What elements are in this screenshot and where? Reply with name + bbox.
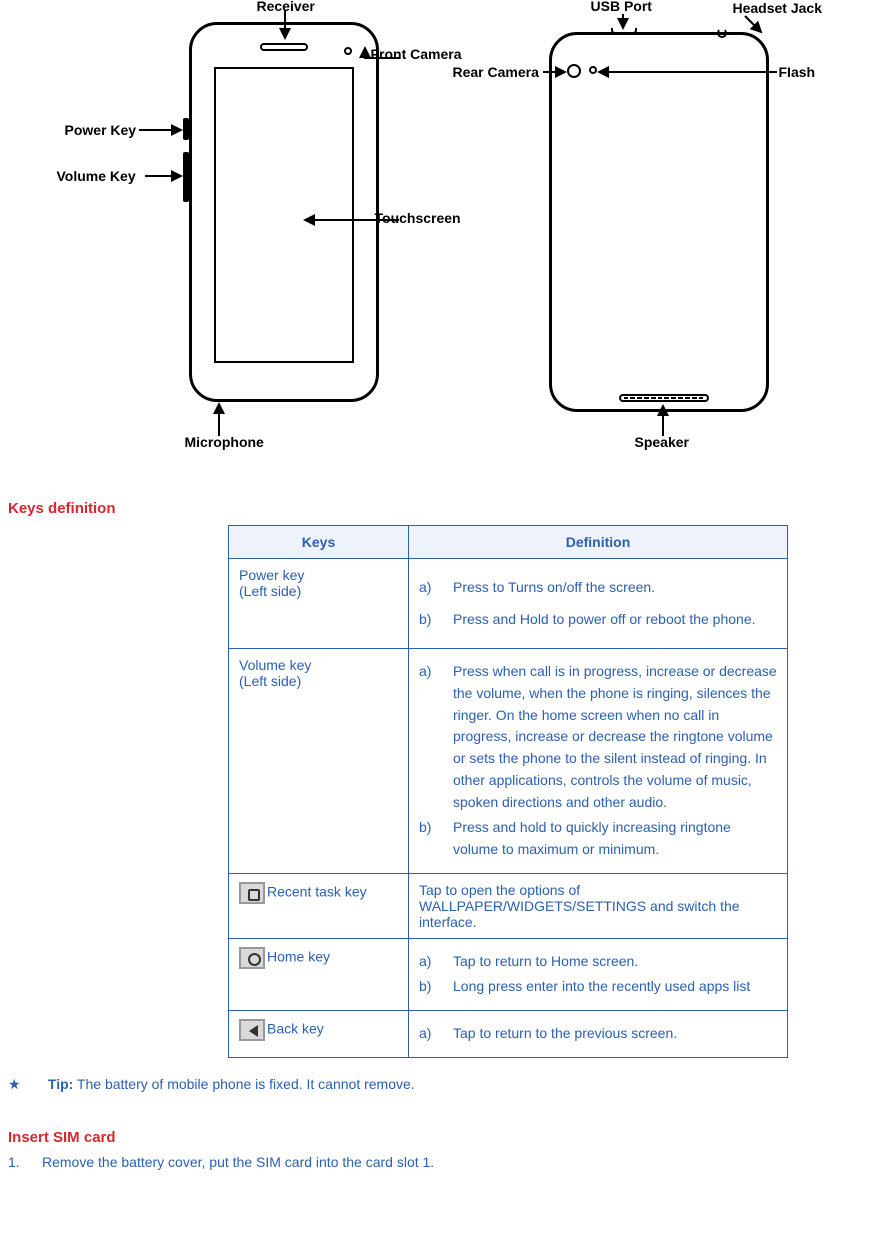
cell-definition: a) Tap to return to Home screen. b) Long p…	[409, 938, 788, 1010]
key-sub: (Left side)	[239, 673, 398, 689]
tip-text: The battery of mobile phone is fixed. It…	[73, 1076, 414, 1092]
key-name: Home key	[267, 948, 330, 964]
marker: a)	[419, 577, 435, 599]
keys-definition-table: Keys Definition Power key (Left side) a)…	[228, 525, 788, 1058]
marker: a)	[419, 661, 435, 813]
phone-back-diagram: USB Port Headset Jack Rear Camera FIash …	[449, 4, 829, 464]
phone-back-outline	[549, 32, 769, 412]
front-camera-icon	[344, 47, 352, 55]
cell-key: Power key (Left side)	[229, 559, 409, 649]
key-name: Recent task key	[267, 883, 367, 899]
volume-key-icon	[183, 152, 189, 202]
cell-key: Volume key (Left side)	[229, 649, 409, 873]
table-row: Recent task key Tap to open the options …	[229, 873, 788, 938]
flash-icon	[589, 66, 597, 74]
cell-definition: a) Tap to return to the previous screen.	[409, 1010, 788, 1057]
def-text: Press when call is in progress, increase…	[453, 661, 777, 813]
back-key-icon	[239, 1019, 265, 1041]
marker: b)	[419, 976, 435, 998]
label-headset-jack: Headset Jack	[733, 0, 823, 16]
th-definition: Definition	[409, 526, 788, 559]
cell-definition: a)Press when call is in progress, increa…	[409, 649, 788, 873]
key-name: Back key	[267, 1021, 324, 1037]
phone-diagram-row: Receiver Front Camera Power Key Volume K…	[4, 0, 883, 464]
label-receiver: Receiver	[257, 0, 315, 14]
def-text: Press and hold to quickly increasing rin…	[453, 817, 777, 860]
label-power-key: Power Key	[65, 122, 137, 138]
recent-task-icon	[239, 882, 265, 904]
key-sub: (Left side)	[239, 583, 398, 599]
cell-key: Recent task key	[229, 873, 409, 938]
cell-key: Back key	[229, 1010, 409, 1057]
label-flash: FIash	[779, 64, 816, 80]
label-speaker: Speaker	[635, 434, 689, 450]
usb-port-icon	[611, 28, 637, 34]
star-icon: ★	[8, 1076, 44, 1093]
table-row: Volume key (Left side) a)Press when call…	[229, 649, 788, 873]
table-row: Power key (Left side) a) Press to Turns o…	[229, 559, 788, 649]
tip-line: ★ Tip: The battery of mobile phone is fi…	[8, 1076, 883, 1093]
def-text: Tap to open the options of WALLPAPER/WID…	[419, 882, 740, 930]
step-number: 1.	[8, 1154, 42, 1170]
power-key-icon	[183, 118, 189, 140]
label-rear-camera: Rear Camera	[453, 64, 539, 80]
label-usb-port: USB Port	[591, 0, 652, 14]
headset-jack-icon	[717, 28, 727, 38]
tip-label: Tip:	[48, 1076, 73, 1092]
home-key-icon	[239, 947, 265, 969]
table-row: Back key a) Tap to return to the previous…	[229, 1010, 788, 1057]
heading-keys-definition: Keys definition	[8, 500, 883, 517]
def-text: Long press enter into the recently used …	[453, 976, 750, 998]
phone-front-diagram: Receiver Front Camera Power Key Volume K…	[59, 4, 409, 464]
marker: b)	[419, 609, 435, 631]
def-text: Press to Turns on/off the screen.	[453, 577, 655, 599]
table-row: Home key a) Tap to return to Home screen.…	[229, 938, 788, 1010]
marker: a)	[419, 951, 435, 973]
cell-definition: Tap to open the options of WALLPAPER/WID…	[409, 873, 788, 938]
key-name: Power key	[239, 567, 398, 583]
touchscreen-area	[214, 67, 354, 363]
receiver-icon	[260, 43, 308, 51]
def-text: Tap to return to the previous screen.	[453, 1023, 677, 1045]
phone-front-outline	[189, 22, 379, 402]
rear-camera-icon	[567, 64, 581, 78]
label-volume-key: Volume Key	[57, 168, 136, 184]
heading-insert-sim: Insert SIM card	[8, 1129, 883, 1146]
th-keys: Keys	[229, 526, 409, 559]
marker: a)	[419, 1023, 435, 1045]
label-microphone: Microphone	[185, 434, 264, 450]
def-text: Press and Hold to power off or reboot th…	[453, 609, 777, 631]
speaker-icon	[619, 394, 709, 402]
step-text: Remove the battery cover, put the SIM ca…	[42, 1154, 434, 1170]
cell-definition: a) Press to Turns on/off the screen. b) Pr…	[409, 559, 788, 649]
marker: b)	[419, 817, 435, 860]
cell-key: Home key	[229, 938, 409, 1010]
key-name: Volume key	[239, 657, 398, 673]
step-item: 1.Remove the battery cover, put the SIM …	[8, 1154, 883, 1170]
def-text: Tap to return to Home screen.	[453, 951, 638, 973]
